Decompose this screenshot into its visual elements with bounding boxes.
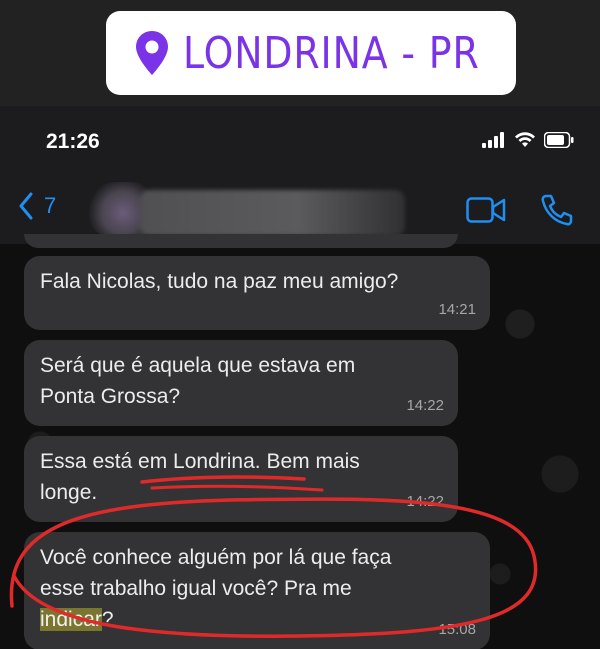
- contact-name-redacted[interactable]: [140, 190, 405, 236]
- message-bubble[interactable]: Essa está em Londrina. Bem mais longe. 1…: [24, 436, 458, 522]
- message-time: 14:22: [406, 397, 444, 414]
- location-sticker: LONDRINA - PR: [106, 11, 516, 95]
- chat-area: Fala Nicolas, tudo na paz meu amigo? 14:…: [0, 234, 600, 649]
- message-text: Você conhece alguém por lá que faça esse…: [40, 542, 474, 635]
- message-text-end: ?: [101, 608, 114, 631]
- message-bubble[interactable]: Você conhece alguém por lá que faça esse…: [24, 532, 490, 649]
- status-time: 21:26: [46, 130, 100, 153]
- message-time: 14:21: [438, 301, 476, 318]
- chat-header: 7: [0, 170, 600, 244]
- back-button[interactable]: 7: [18, 192, 56, 220]
- phone-call-icon[interactable]: [540, 194, 574, 226]
- message-text-main: Você conhece alguém por lá que faça esse…: [40, 546, 392, 600]
- phone-screen: 21:26 7 Fala Nicolas, tudo na paz meu am…: [0, 106, 600, 649]
- message-text: Será que é aquela que estava em Ponta Gr…: [40, 354, 356, 408]
- message-bubble[interactable]: Será que é aquela que estava em Ponta Gr…: [24, 340, 458, 426]
- message-bubble-partial: [24, 234, 458, 248]
- status-bar: 21:26: [0, 106, 600, 170]
- wifi-icon: [515, 132, 535, 147]
- location-label: LONDRINA - PR: [182, 27, 480, 79]
- unread-count: 7: [44, 193, 57, 218]
- message-time: 14:22: [406, 493, 444, 510]
- message-text: Fala Nicolas, tudo na paz meu amigo?: [40, 270, 399, 293]
- location-pin-icon: [135, 31, 168, 75]
- signal-icon: [482, 132, 504, 148]
- chevron-left-icon: [19, 192, 33, 220]
- video-call-icon[interactable]: [466, 197, 506, 223]
- highlighted-word: indicar: [40, 608, 102, 631]
- message-time: 15:08: [438, 621, 476, 638]
- message-bubble[interactable]: Fala Nicolas, tudo na paz meu amigo? 14:…: [24, 256, 490, 330]
- message-text: Essa está em Londrina. Bem mais longe.: [40, 450, 360, 504]
- battery-icon: [544, 132, 574, 148]
- status-icons: [482, 132, 574, 148]
